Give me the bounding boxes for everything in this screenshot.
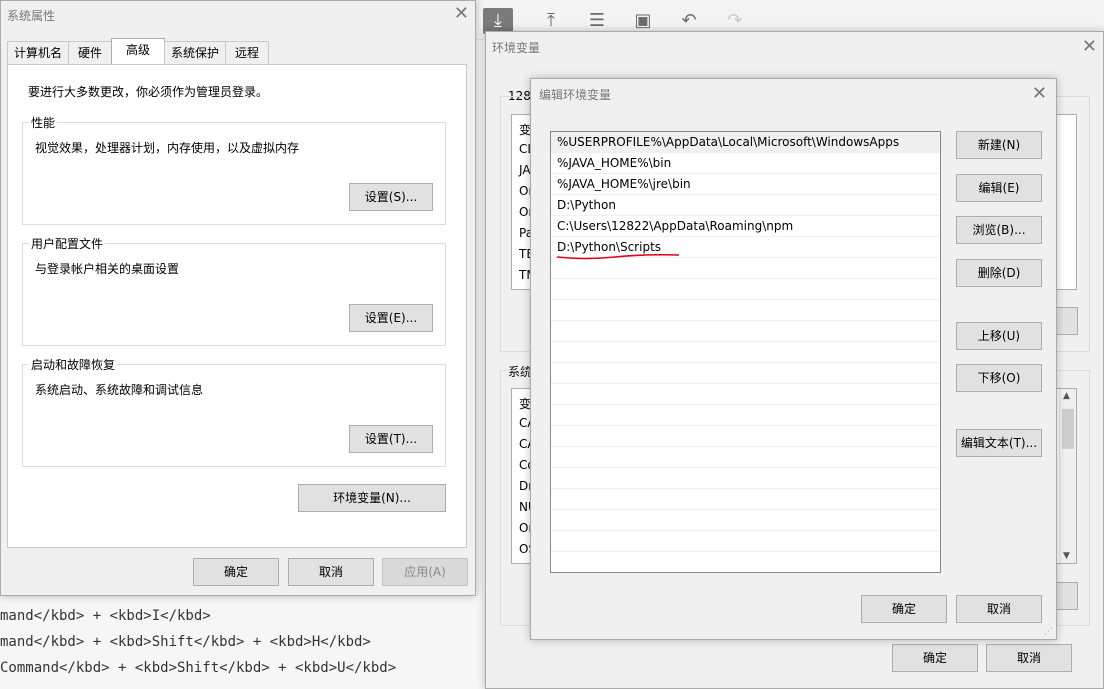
variable-name-cell[interactable]: JA [519,163,531,177]
ok-button[interactable]: 确定 [193,558,279,586]
dialog-title: 环境变量 [492,41,541,55]
tab-advanced[interactable]: 高级 [111,38,165,65]
user-profiles-group: 用户配置文件 与登录帐户相关的桌面设置 设置(E)... [22,235,446,346]
cancel-button[interactable]: 取消 [956,595,1042,623]
performance-group: 性能 视觉效果，处理器计划，内存使用，以及虚拟内存 设置(S)... [22,114,446,225]
system-properties-dialog: 系统属性 ✕ 计算机名 硬件 高级 系统保护 远程 要进行大多数更改，你必须作为… [0,0,476,596]
startup-recovery-settings-button[interactable]: 设置(T)... [349,425,433,453]
startup-recovery-group: 启动和故障恢复 系统启动、系统故障和调试信息 设置(T)... [22,356,446,467]
admin-notice: 要进行大多数更改，你必须作为管理员登录。 [28,85,269,99]
close-icon[interactable]: ✕ [1082,36,1097,57]
tab-system-protection[interactable]: 系统保护 [164,41,226,65]
scrollbar-thumb[interactable] [1062,409,1074,449]
move-up-button[interactable]: 上移(U) [956,322,1042,350]
path-list-item[interactable]: %USERPROFILE%\AppData\Local\Microsoft\Wi… [551,132,940,153]
new-button[interactable]: 新建(N) [956,131,1042,159]
tab-remote[interactable]: 远程 [225,41,269,65]
group-legend: 性能 [29,114,58,131]
scroll-up-icon[interactable]: ▲ [1063,391,1070,401]
ok-button[interactable]: 确定 [892,644,978,672]
path-list-item[interactable] [551,279,940,300]
apply-button[interactable]: 应用(A) [382,558,468,586]
path-list-item[interactable] [551,342,940,363]
path-list-item[interactable]: C:\Users\12822\AppData\Roaming\npm [551,216,940,237]
user-profiles-settings-button[interactable]: 设置(E)... [349,304,433,332]
edit-environment-variable-dialog: 编辑环境变量 ✕ %USERPROFILE%\AppData\Local\Mic… [530,78,1057,640]
cancel-button[interactable]: 取消 [288,558,374,586]
close-icon[interactable]: ✕ [1032,83,1047,104]
group-description: 与登录帐户相关的桌面设置 [35,262,180,276]
dialog-title: 编辑环境变量 [539,88,612,102]
close-icon[interactable]: ✕ [454,3,469,24]
group-description: 系统启动、系统故障和调试信息 [35,383,204,397]
scroll-down-icon[interactable]: ▼ [1063,551,1070,561]
vertical-scrollbar[interactable]: ▲ ▼ [1059,389,1076,563]
path-list-item[interactable] [551,363,940,384]
code-line: mand</kbd> + <kbd>I</kbd> [0,608,211,624]
path-list-item[interactable] [551,426,940,447]
edit-text-button[interactable]: 编辑文本(T)... [956,429,1042,457]
edit-button[interactable]: 编辑(E) [956,174,1042,202]
group-legend: 用户配置文件 [29,235,106,252]
browse-button[interactable]: 浏览(B)... [956,216,1042,244]
code-line: mand</kbd> + <kbd>Shift</kbd> + <kbd>H</… [0,634,371,650]
path-list-item[interactable] [551,510,940,531]
path-list-item[interactable] [551,447,940,468]
performance-settings-button[interactable]: 设置(S)... [349,183,433,211]
path-list-item[interactable] [551,405,940,426]
resize-grip-icon[interactable]: ⋰ [1044,627,1054,637]
tab-computer-name[interactable]: 计算机名 [7,41,69,65]
group-legend: 启动和故障恢复 [29,356,118,373]
environment-variables-button[interactable]: 环境变量(N)... [298,484,446,512]
path-list-item[interactable]: %JAVA_HOME%\bin [551,153,940,174]
path-list[interactable]: %USERPROFILE%\AppData\Local\Microsoft\Wi… [550,131,941,573]
ok-button[interactable]: 确定 [861,595,947,623]
path-list-item[interactable] [551,300,940,321]
path-list-item[interactable] [551,468,940,489]
tab-hardware[interactable]: 硬件 [68,41,112,65]
group-description: 视觉效果，处理器计划，内存使用，以及虚拟内存 [35,141,300,155]
move-down-button[interactable]: 下移(O) [956,364,1042,392]
cancel-button[interactable]: 取消 [986,644,1072,672]
path-list-item[interactable] [551,489,940,510]
path-list-item[interactable]: D:\Python [551,195,940,216]
code-line: Command</kbd> + <kbd>Shift</kbd> + <kbd>… [0,660,397,676]
path-list-item[interactable]: %JAVA_HOME%\jre\bin [551,174,940,195]
advanced-tab-page: 要进行大多数更改，你必须作为管理员登录。 性能 视觉效果，处理器计划，内存使用，… [7,64,467,548]
delete-button[interactable]: 删除(D) [956,259,1042,287]
dialog-title: 系统属性 [7,9,56,23]
path-list-item[interactable] [551,384,940,405]
path-list-item[interactable] [551,552,940,572]
red-underline-annotation [556,253,680,260]
path-list-item[interactable] [551,321,940,342]
path-list-item[interactable] [551,258,940,279]
path-list-item[interactable] [551,531,940,552]
